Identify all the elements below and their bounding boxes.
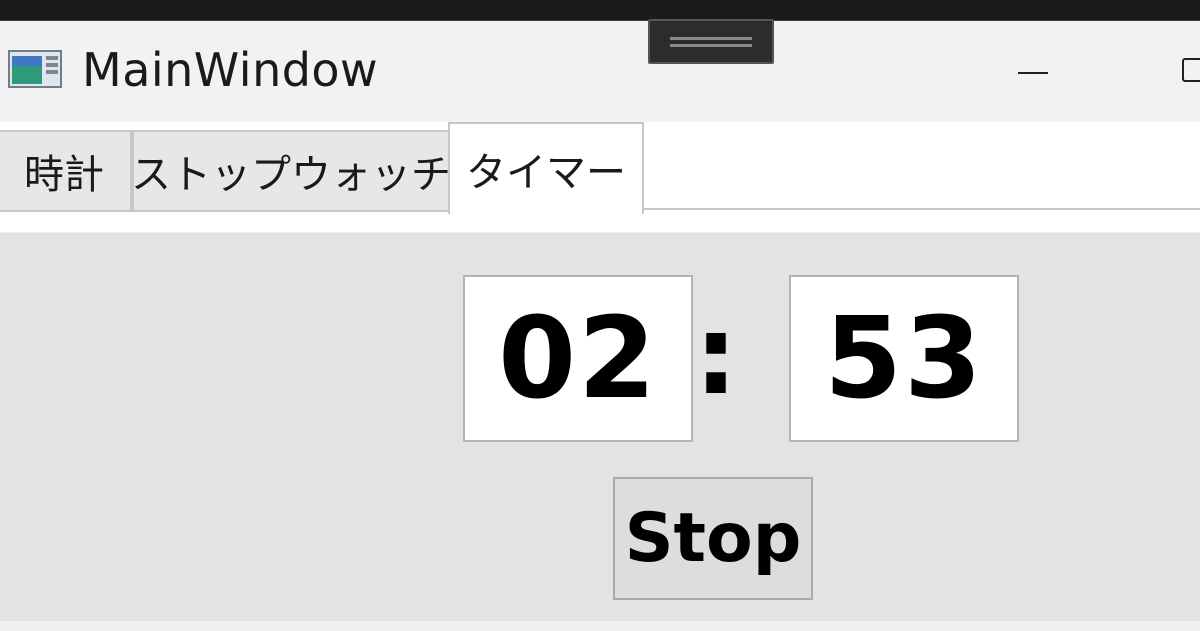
tab-stopwatch[interactable]: ストップウォッチ	[131, 130, 451, 212]
timer-separator: :	[694, 291, 738, 419]
window-bottom-edge	[0, 621, 1200, 631]
minimize-icon[interactable]	[1002, 41, 1064, 99]
snap-layout-handle-icon[interactable]	[648, 19, 774, 64]
timer-minutes[interactable]: 02	[463, 275, 693, 442]
screen-frame: MainWindow 時計 ストップウォッチ タイマー 02 : 53 Stop	[0, 0, 1200, 631]
maximize-icon[interactable]	[1168, 41, 1200, 99]
snap-handle-line	[670, 44, 752, 47]
title-bar[interactable]: MainWindow	[0, 21, 1200, 121]
tab-strip-divider	[642, 208, 1200, 210]
window-title: MainWindow	[82, 43, 379, 97]
stop-button[interactable]: Stop	[613, 477, 813, 600]
timer-seconds[interactable]: 53	[789, 275, 1019, 442]
snap-handle-line	[670, 37, 752, 40]
tab-clock[interactable]: 時計	[0, 130, 132, 212]
app-window-icon	[8, 50, 62, 88]
tab-timer[interactable]: タイマー	[448, 122, 644, 214]
